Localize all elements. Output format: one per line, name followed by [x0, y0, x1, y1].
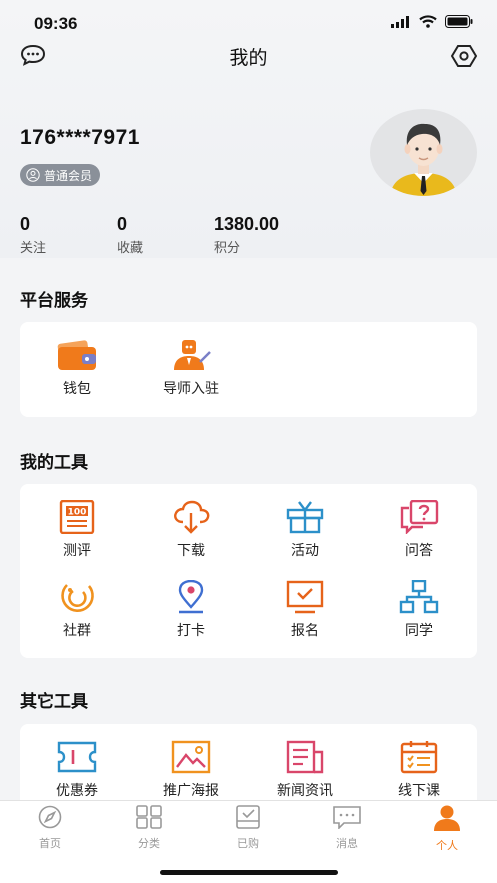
- question-icon: [400, 500, 439, 534]
- signal-icon: [391, 15, 409, 28]
- tool-label: 同学: [405, 622, 433, 638]
- tool-label: 活动: [291, 542, 319, 558]
- tab-label: 已购: [237, 838, 259, 850]
- page-title: 我的: [229, 48, 268, 69]
- stat-label: 关注: [20, 240, 47, 255]
- avatar[interactable]: [370, 109, 477, 196]
- chat-icon: [333, 806, 361, 830]
- tab-label: 个人: [436, 840, 458, 852]
- poster-icon: [171, 740, 211, 774]
- tool-activity[interactable]: 活动: [248, 500, 362, 560]
- service-label: 钱包: [63, 380, 91, 396]
- section-title-platform-services: 平台服务: [20, 291, 88, 310]
- purchased-icon: [236, 805, 260, 829]
- tab-label: 分类: [138, 838, 160, 850]
- service-wallet[interactable]: 钱包: [20, 338, 134, 398]
- tool-poster[interactable]: 推广海报: [134, 740, 248, 800]
- tool-label: 打卡: [177, 622, 205, 638]
- stat-label: 收藏: [117, 240, 144, 255]
- user-icon: [26, 168, 40, 182]
- tool-news[interactable]: 新闻资讯: [248, 740, 362, 800]
- svg-text:100: 100: [68, 508, 87, 518]
- tool-classmates[interactable]: 同学: [362, 580, 476, 640]
- tab-home[interactable]: 首页: [0, 805, 100, 851]
- tool-coupon[interactable]: 优惠券: [20, 740, 134, 800]
- user-phone: 176****7971: [20, 126, 140, 149]
- gift-icon: [286, 501, 324, 534]
- stat-following[interactable]: 0 关注: [20, 214, 46, 256]
- member-badge: 普通会员: [20, 164, 101, 186]
- tool-register[interactable]: 报名: [248, 580, 362, 640]
- stat-favorites[interactable]: 0 收藏: [117, 214, 143, 256]
- community-icon: [61, 584, 94, 612]
- mentor-icon: [174, 340, 211, 370]
- section-title-my-tools: 我的工具: [20, 453, 88, 472]
- section-title-other-tools: 其它工具: [20, 692, 88, 711]
- stat-label: 积分: [214, 240, 241, 255]
- tool-community[interactable]: 社群: [20, 580, 134, 640]
- compass-icon: [38, 805, 62, 829]
- tool-download[interactable]: 下载: [134, 500, 248, 560]
- tab-label: 首页: [39, 838, 61, 850]
- wallet-icon: [57, 340, 96, 370]
- cloud-download-icon: [174, 500, 210, 534]
- settings-icon[interactable]: [450, 44, 478, 73]
- calendar-icon: [400, 741, 438, 774]
- battery-icon: [445, 15, 473, 28]
- tool-checkin[interactable]: 打卡: [134, 580, 248, 640]
- location-pin-icon: [178, 580, 204, 614]
- tab-label: 消息: [336, 838, 358, 850]
- my-tools-card: 100 测评 下载 活动 问答 社群 打卡 报名 同学: [20, 484, 477, 658]
- tool-label: 推广海报: [163, 782, 219, 798]
- tool-label: 问答: [405, 542, 433, 558]
- score-icon: 100: [59, 500, 95, 534]
- tool-label: 优惠券: [56, 782, 98, 798]
- coupon-icon: [57, 741, 97, 773]
- tool-label: 报名: [291, 622, 319, 638]
- tool-assessment[interactable]: 100 测评: [20, 500, 134, 560]
- home-indicator: [160, 870, 338, 875]
- stat-value: 0: [117, 214, 128, 234]
- platform-services-card: 钱包 导师入驻: [20, 322, 477, 417]
- status-icons: [391, 15, 473, 28]
- stat-value: 0: [20, 214, 31, 234]
- grid-icon: [136, 805, 162, 829]
- news-icon: [286, 740, 324, 774]
- monitor-check-icon: [286, 580, 324, 614]
- service-mentor[interactable]: 导师入驻: [134, 338, 248, 398]
- org-chart-icon: [399, 580, 439, 614]
- stat-points[interactable]: 1380.00 积分: [214, 214, 279, 256]
- tab-messages[interactable]: 消息: [297, 805, 397, 851]
- tool-label: 线下课: [398, 782, 440, 798]
- stat-value: 1380.00: [214, 214, 280, 234]
- tab-purchased[interactable]: 已购: [198, 805, 298, 851]
- tool-label: 社群: [63, 622, 91, 638]
- service-label: 导师入驻: [163, 380, 219, 396]
- tool-label: 测评: [63, 542, 91, 558]
- status-bar: 09:36: [0, 0, 497, 44]
- tab-profile[interactable]: 个人: [397, 805, 497, 853]
- member-level: 普通会员: [44, 168, 93, 183]
- tool-qa[interactable]: 问答: [362, 500, 476, 560]
- nav-bar: 我的: [0, 40, 497, 72]
- status-time: 09:36: [34, 14, 78, 33]
- wifi-icon: [419, 15, 437, 28]
- tool-offline-class[interactable]: 线下课: [362, 740, 476, 800]
- tab-category[interactable]: 分类: [99, 805, 199, 851]
- tool-label: 新闻资讯: [277, 782, 333, 798]
- tool-label: 下载: [177, 542, 205, 558]
- person-icon: [434, 805, 460, 831]
